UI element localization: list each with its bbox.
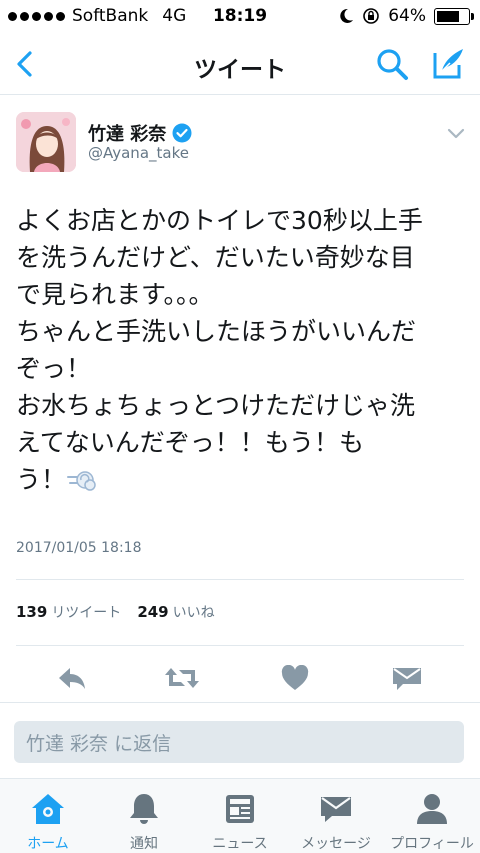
tweet-actions <box>0 656 480 700</box>
reply-icon <box>59 668 85 689</box>
compose-tweet-icon[interactable] <box>430 44 468 82</box>
divider <box>16 579 464 580</box>
tab-label: ニュース <box>212 836 268 852</box>
news-icon <box>226 795 254 823</box>
nav-bar: ツイート <box>0 34 480 95</box>
like-count: 249 <box>137 603 169 621</box>
tweet-text: よくお店とかのトイレで30秒以上手 を洗うんだけど、だいたい奇妙な目 で見られま… <box>16 202 464 498</box>
verified-badge-icon <box>172 123 192 143</box>
tab-notifications[interactable]: 通知 <box>96 779 192 853</box>
like-label: いいね <box>172 605 215 621</box>
profile-icon <box>417 794 447 824</box>
tab-home[interactable]: ホーム <box>0 779 96 853</box>
reply-placeholder: 竹達 彩奈 に返信 <box>26 733 172 755</box>
battery-percent: 64% <box>388 6 426 26</box>
author-handle[interactable]: @Ayana_take <box>88 144 189 162</box>
avatar-portrait-icon <box>16 112 76 172</box>
divider <box>16 645 464 646</box>
status-bar: SoftBank 4G 18:19 64% <box>0 0 480 34</box>
tab-profile[interactable]: プロフィール <box>384 779 480 853</box>
search-icon[interactable] <box>374 46 410 82</box>
tab-news[interactable]: ニュース <box>192 779 288 853</box>
tab-label: プロフィール <box>390 836 474 852</box>
rotation-lock-icon <box>363 8 380 24</box>
reply-button[interactable] <box>52 656 92 700</box>
avatar[interactable] <box>16 112 76 172</box>
retweet-icon <box>165 668 199 688</box>
envelope-icon <box>393 668 421 690</box>
tweet-timestamp: 2017/01/05 18:18 <box>16 540 142 556</box>
dash-symbol-emoji-icon <box>67 471 96 491</box>
tab-bar: ホーム 通知 ニュース メッセージ プロフィール <box>0 778 480 853</box>
author-name[interactable]: 竹達 彩奈 <box>88 120 192 146</box>
battery-icon <box>434 7 474 25</box>
retweet-count: 139 <box>16 603 48 621</box>
chevron-down-icon[interactable] <box>446 126 466 140</box>
direct-message-button[interactable] <box>387 656 427 700</box>
reply-input[interactable]: 竹達 彩奈 に返信 <box>14 721 464 763</box>
home-icon <box>32 794 64 824</box>
bell-icon <box>130 794 158 824</box>
tweet-body: よくお店とかのトイレで30秒以上手 を洗うんだけど、だいたい奇妙な目 で見られま… <box>16 206 423 494</box>
retweet-label: リツイート <box>51 605 122 621</box>
tweet-stats[interactable]: 139 リツイート 249 いいね <box>16 602 215 622</box>
tab-messages[interactable]: メッセージ <box>288 779 384 853</box>
author-display-name[interactable]: 竹達 彩奈 <box>88 120 166 146</box>
heart-icon <box>281 665 309 690</box>
tab-label: メッセージ <box>301 836 371 852</box>
tab-label: ホーム <box>27 836 69 852</box>
message-icon <box>321 797 351 822</box>
retweet-button[interactable] <box>162 656 202 700</box>
tab-label: 通知 <box>130 836 158 852</box>
like-button[interactable] <box>275 656 315 700</box>
moon-icon <box>340 8 354 23</box>
reply-area: 竹達 彩奈 に返信 <box>0 702 480 779</box>
